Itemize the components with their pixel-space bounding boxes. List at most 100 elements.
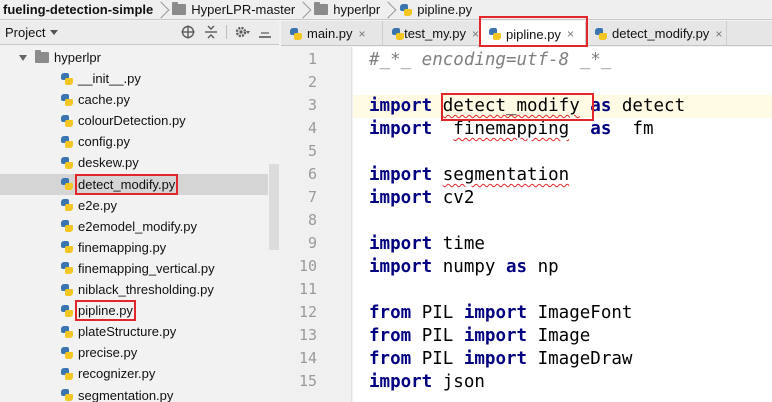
folder-icon	[35, 50, 49, 63]
python-file-icon	[60, 283, 74, 297]
line-number: 13	[298, 326, 317, 344]
python-file-icon	[60, 261, 74, 275]
code-token: ImageFont	[527, 303, 633, 323]
line-number: 4	[307, 119, 317, 137]
tree-file-item[interactable]: config.py	[0, 131, 268, 152]
tree-file-item[interactable]: segmentation.py	[0, 385, 268, 402]
python-file-icon	[60, 325, 74, 339]
hide-icon[interactable]	[257, 24, 273, 40]
scrollbar-thumb[interactable]	[269, 164, 279, 250]
breadcrumb-separator	[301, 0, 309, 19]
tree-file-item[interactable]: finemapping.py	[0, 237, 268, 258]
tree-file-label: finemapping_vertical.py	[78, 260, 215, 276]
code-keyword: import	[369, 234, 433, 254]
tree-file-item[interactable]: deskew.py	[0, 152, 268, 173]
code-line: from PIL import ImageDraw	[369, 349, 632, 369]
tree-file-item[interactable]: __init__.py	[0, 68, 268, 89]
python-file-icon	[60, 388, 74, 402]
tree-file-item[interactable]: plateStructure.py	[0, 321, 268, 342]
tree-file-label: precise.py	[78, 345, 138, 361]
code-line: import segmentation	[369, 165, 569, 185]
chevron-down-icon[interactable]	[50, 30, 59, 35]
python-file-icon	[60, 240, 74, 254]
code-line: import cv2	[369, 188, 474, 208]
python-file-icon	[60, 219, 74, 233]
code-token: json	[432, 372, 485, 392]
code-keyword: from	[369, 326, 412, 346]
code-token: fm	[611, 119, 654, 139]
breadcrumb-item-pipline[interactable]: pipline.py	[394, 0, 478, 19]
code-keyword: import	[463, 303, 528, 323]
python-file-icon	[289, 27, 303, 41]
code-line: import time	[369, 234, 485, 254]
line-number: 10	[298, 257, 317, 275]
code-token: finemapping	[453, 119, 570, 139]
python-file-icon	[60, 72, 74, 86]
breadcrumb-label: HyperLPR-master	[191, 2, 296, 17]
tree-file-item[interactable]: pipline.py	[0, 300, 268, 322]
tab-detect-modify[interactable]: detect_modify.py ×	[586, 21, 727, 46]
folder-icon	[314, 2, 329, 15]
collapse-icon[interactable]	[203, 24, 219, 40]
breadcrumb-label: fueling-detection-simple	[3, 2, 154, 17]
tree-folder-label: hyperlpr	[54, 50, 101, 65]
code-keyword: import	[369, 372, 433, 392]
tab-label: test_my.py	[404, 26, 466, 41]
line-number: 11	[298, 280, 317, 298]
tree-file-item[interactable]: precise.py	[0, 342, 268, 363]
close-icon[interactable]: ×	[472, 27, 479, 41]
project-tree: hyperlpr __init__.py cache.py colourDetect…	[0, 46, 279, 402]
close-icon[interactable]: ×	[715, 27, 722, 41]
project-panel-title[interactable]: Project	[0, 25, 45, 40]
breadcrumb-separator	[159, 0, 167, 19]
tree-file-item[interactable]: recognizer.py	[0, 363, 268, 384]
tree-file-item[interactable]: cache.py	[0, 89, 268, 110]
python-file-icon	[60, 93, 74, 107]
breadcrumb-item-hyperlpr[interactable]: hyperlpr	[309, 0, 386, 19]
code-token: PIL	[411, 326, 464, 346]
line-number: 8	[307, 211, 317, 229]
code-token: segmentation	[442, 165, 570, 185]
tab-test-my[interactable]: test_my.py ×	[383, 21, 480, 46]
code-line: import json	[369, 372, 485, 392]
tree-file-label: deskew.py	[78, 155, 139, 171]
code-comment: #_*_ encoding=utf-8 _*_	[369, 50, 612, 70]
tree-file-label: finemapping.py	[78, 239, 167, 255]
breadcrumb-separator	[386, 0, 394, 19]
tree-file-item[interactable]: e2e.py	[0, 195, 268, 216]
code-line: #_*_ encoding=utf-8 _*_	[369, 50, 611, 70]
code-keyword: as	[505, 257, 528, 277]
tree-folder-hyperlpr[interactable]: hyperlpr	[0, 47, 268, 68]
project-panel-tools	[180, 24, 273, 40]
code-keyword: as	[590, 119, 612, 139]
gear-icon[interactable]	[234, 24, 250, 40]
tree-file-item[interactable]: colourDetection.py	[0, 110, 268, 131]
breadcrumb-item-project[interactable]: fueling-detection-simple	[0, 0, 159, 19]
tree-file-item[interactable]: niblack_thresholding.py	[0, 279, 268, 300]
globe-icon[interactable]	[180, 24, 196, 40]
python-file-icon	[399, 3, 413, 17]
tree-file-item[interactable]: e2emodel_modify.py	[0, 216, 268, 237]
tree-file-item[interactable]: detect_modify.py	[0, 173, 268, 195]
code-token: numpy	[432, 257, 506, 277]
line-number-gutter: 1 2 3 4 5 6 7 8 9 10 11 12 13 14 15	[281, 47, 352, 402]
code-keyword: import	[369, 96, 433, 116]
toolbar-divider	[226, 25, 227, 39]
tree-file-label: plateStructure.py	[78, 324, 177, 340]
folder-icon	[172, 2, 187, 15]
tab-label: main.py	[307, 26, 353, 41]
line-number: 14	[298, 349, 317, 367]
breadcrumb-item-hyperlpr-master[interactable]: HyperLPR-master	[167, 0, 301, 19]
code-keyword: from	[369, 349, 412, 369]
chevron-down-icon[interactable]	[19, 54, 27, 61]
tab-main[interactable]: main.py ×	[281, 21, 383, 46]
code-line: from PIL import Image	[369, 326, 590, 346]
tree-file-item[interactable]: finemapping_vertical.py	[0, 258, 268, 279]
line-number: 1	[307, 50, 317, 68]
close-icon[interactable]: ×	[359, 27, 366, 41]
tree-file-label: __init__.py	[78, 71, 141, 86]
code-line: import numpy as np	[369, 257, 559, 277]
breadcrumb: fueling-detection-simple HyperLPR-master…	[0, 0, 772, 20]
